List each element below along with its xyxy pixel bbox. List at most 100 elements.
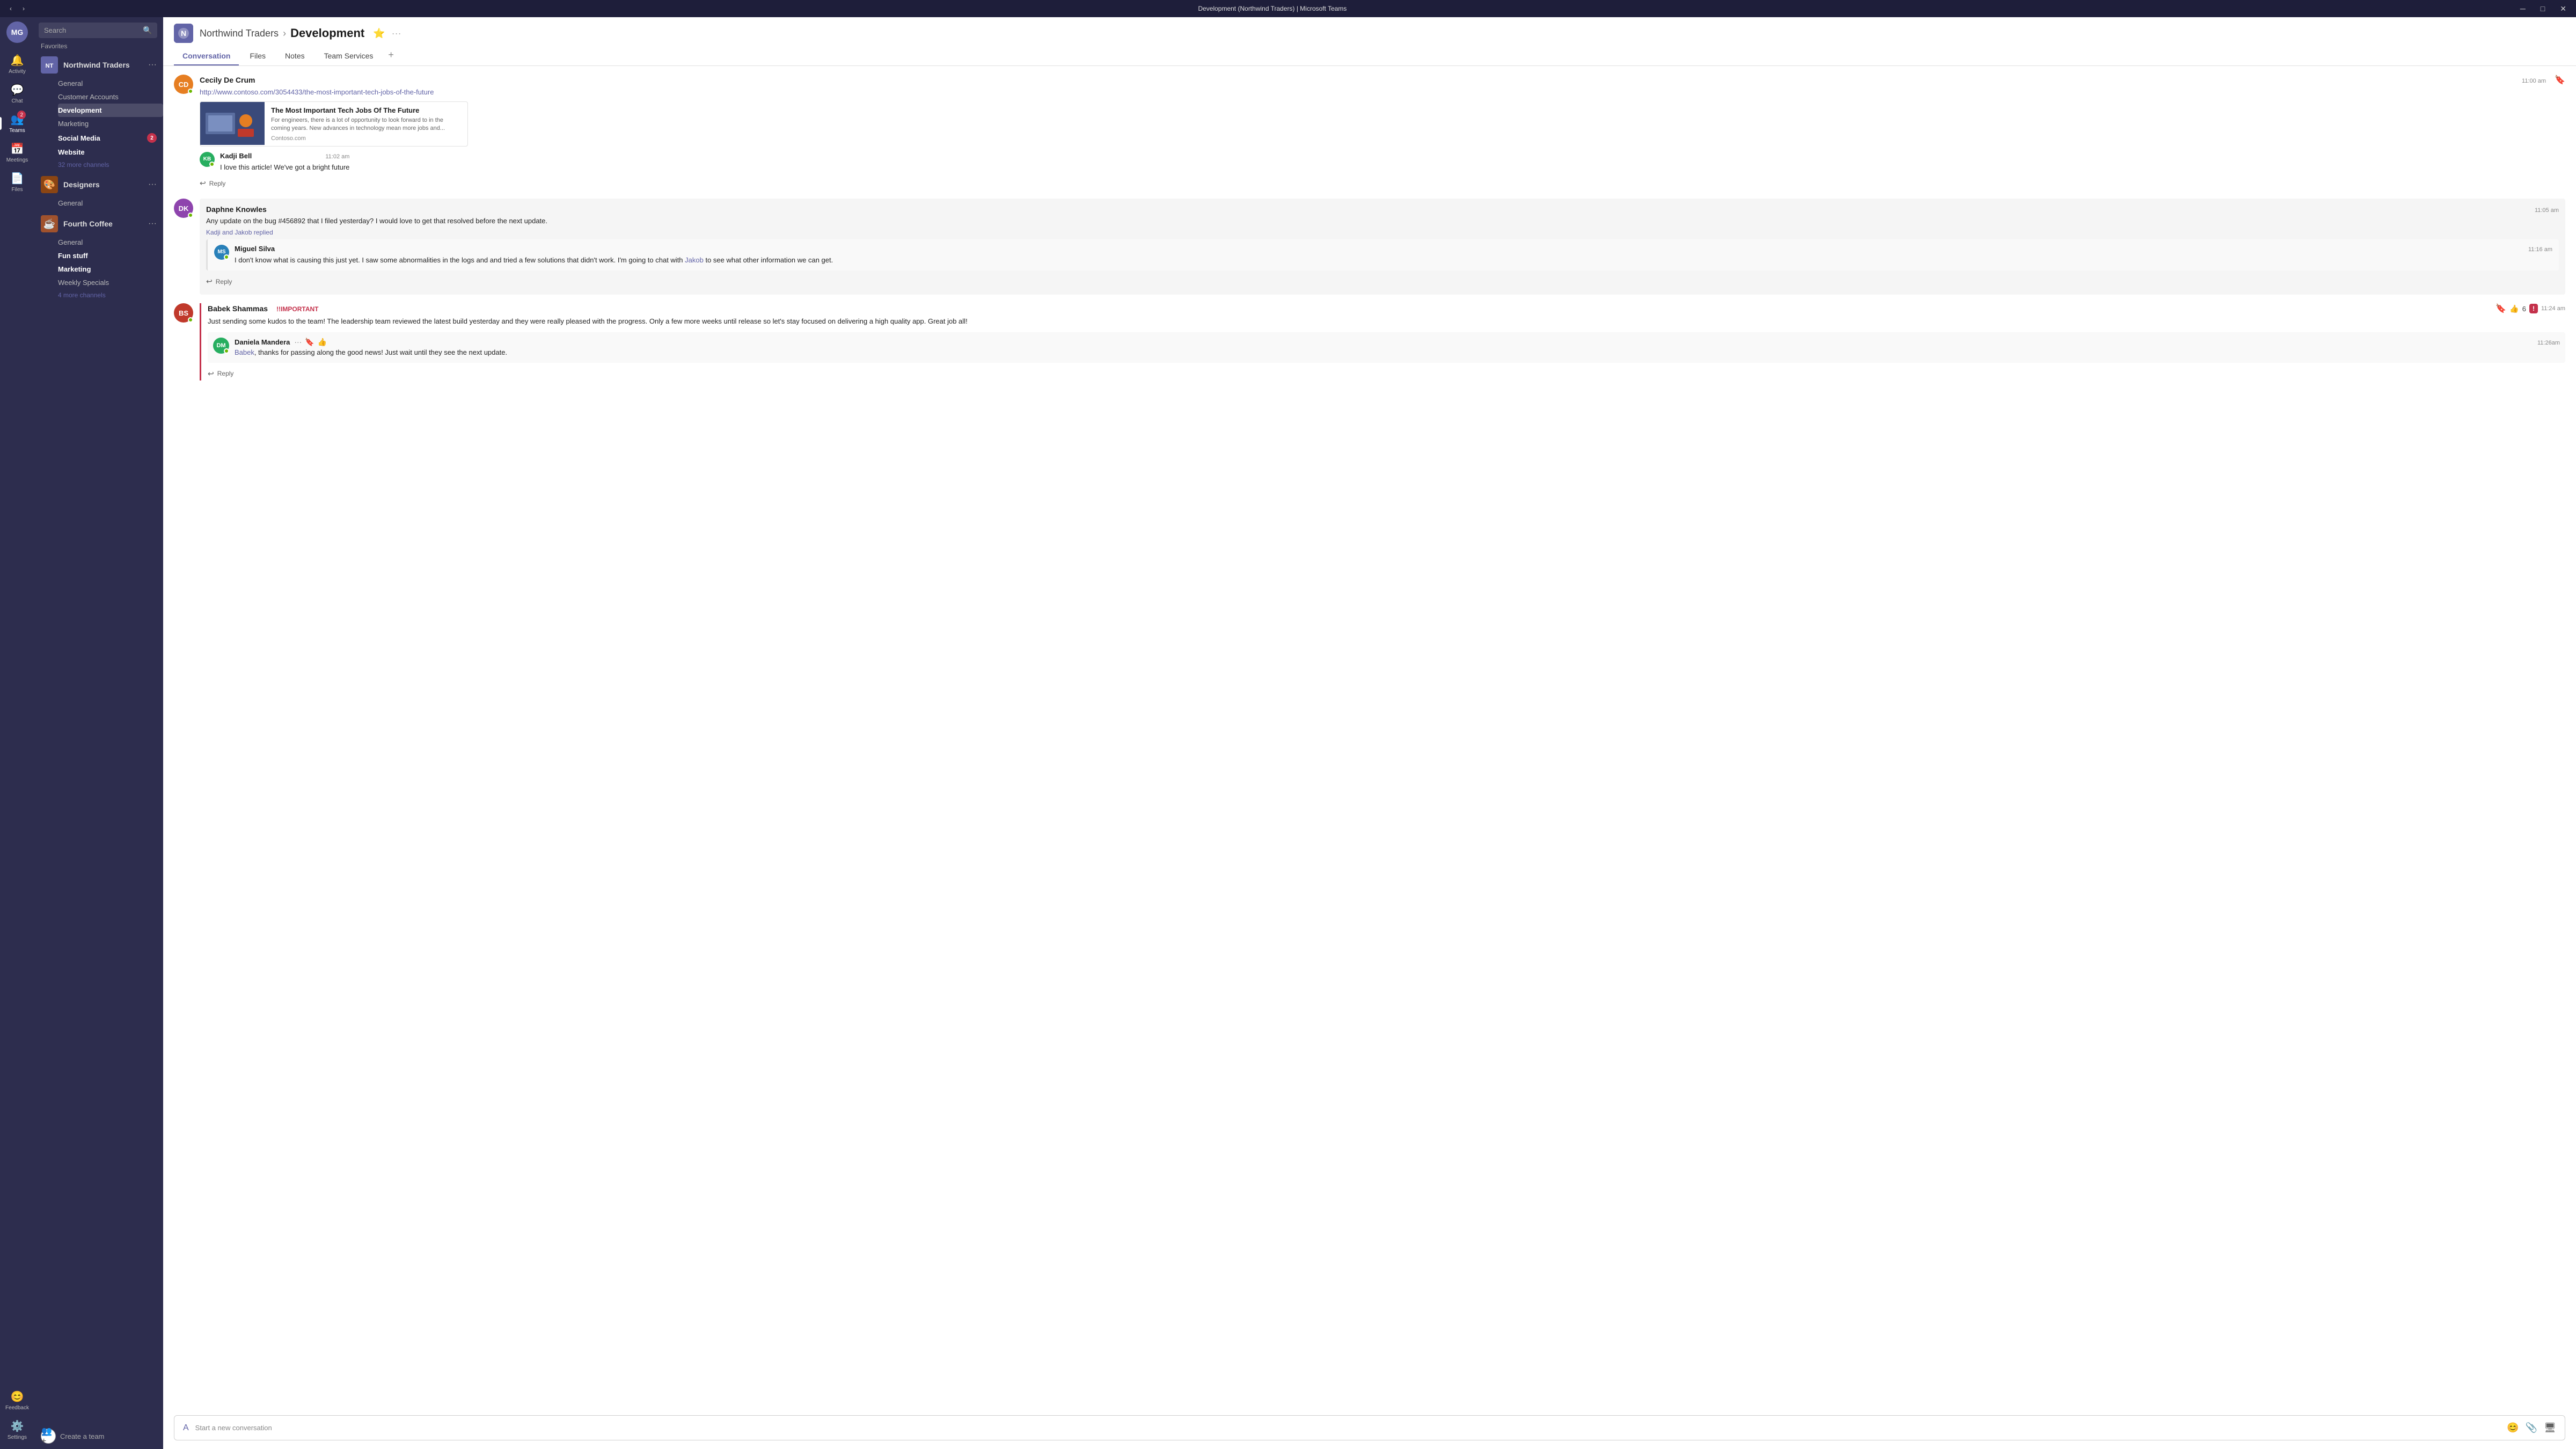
msg2-nested-reply: MS Miguel Silva 11:16 am I don't know wh… xyxy=(206,239,2559,271)
channel-fourth-general[interactable]: General xyxy=(58,236,163,249)
msg1-time: 11:00 am xyxy=(2522,78,2546,84)
msg3-inline-actions[interactable]: ··· 🔖 👍 xyxy=(294,338,327,347)
northwind-channels: General Customer Accounts Development Ma… xyxy=(34,77,163,171)
channel-general[interactable]: General xyxy=(58,77,163,90)
msg3-text: Just sending some kudos to the team! The… xyxy=(208,316,2565,327)
msg3-time: 11:24 am xyxy=(2541,305,2565,312)
video-icon[interactable]: 🖥 xyxy=(2544,1422,2556,1433)
msg2-reply-btn[interactable]: ↩ Reply xyxy=(206,275,2559,288)
channel-customer-accounts[interactable]: Customer Accounts xyxy=(58,90,163,104)
chat-label: Chat xyxy=(11,98,23,104)
msg3-like-icon[interactable]: 👍 xyxy=(2509,304,2519,313)
msg3-body: Babek Shammas !!IMPORTANT 🔖 👍 6 ! 11:24 … xyxy=(200,303,2565,380)
emoji-picker-icon[interactable]: 😊 xyxy=(2507,1422,2519,1433)
channel-development[interactable]: Development xyxy=(58,104,163,117)
channel-marketing[interactable]: Marketing xyxy=(58,117,163,130)
msg1-link[interactable]: http://www.contoso.com/3054433/the-most-… xyxy=(200,88,434,96)
team-header-designers[interactable]: 🎨 Designers ··· xyxy=(34,173,163,196)
rail-item-activity[interactable]: 🔔 Activity xyxy=(0,49,34,79)
team-header-fourth-coffee[interactable]: ☕ Fourth Coffee ··· xyxy=(34,212,163,236)
jakob-mention[interactable]: Jakob xyxy=(685,256,704,264)
window-title: Development (Northwind Traders) | Micros… xyxy=(1198,5,1346,12)
compose-placeholder[interactable]: Start a new conversation xyxy=(195,1424,2501,1432)
compose-bar[interactable]: A Start a new conversation 😊 📎 🖥 xyxy=(174,1415,2565,1440)
window-controls[interactable]: ─ □ ✕ xyxy=(2517,3,2570,14)
msg2-text: Any update on the bug #456892 that I fil… xyxy=(206,216,2559,226)
forward-button[interactable]: › xyxy=(19,4,28,13)
msg1-reply-icon: ↩ xyxy=(200,179,206,188)
activity-label: Activity xyxy=(9,69,26,75)
close-button[interactable]: ✕ xyxy=(2557,3,2570,14)
teams-label: Teams xyxy=(9,128,25,134)
northwind-more-channels[interactable]: 32 more channels xyxy=(58,159,163,171)
designers-channels: General xyxy=(34,196,163,210)
channel-fun-stuff[interactable]: Fun stuff xyxy=(58,249,163,262)
msg2-sender: Daphne Knowles xyxy=(206,205,267,214)
team-section-designers: 🎨 Designers ··· General xyxy=(34,172,163,211)
search-input[interactable] xyxy=(44,26,138,34)
settings-label: Settings xyxy=(8,1435,27,1440)
msg3-avatar: BS xyxy=(174,303,193,323)
msg3-inline-online xyxy=(224,348,229,354)
minimize-button[interactable]: ─ xyxy=(2517,3,2529,14)
tab-notes[interactable]: Notes xyxy=(276,47,313,65)
team-logo: N xyxy=(174,24,193,43)
maximize-button[interactable]: □ xyxy=(2537,3,2548,14)
team-header-northwind[interactable]: NT Northwind Traders ··· xyxy=(34,53,163,77)
feedback-label: Feedback xyxy=(5,1405,29,1411)
tab-conversation[interactable]: Conversation xyxy=(174,47,239,65)
rail-item-feedback[interactable]: 😊 Feedback xyxy=(5,1386,29,1415)
msg1-avatar: CD xyxy=(174,75,193,94)
breadcrumb-separator: › xyxy=(283,28,286,39)
msg2-thread-replied[interactable]: Kadji and Jakob replied xyxy=(206,229,2559,236)
msg2-nested-text: I don't know what is causing this just y… xyxy=(235,255,2552,266)
tab-team-services[interactable]: Team Services xyxy=(316,47,382,65)
rail-item-chat[interactable]: 💬 Chat xyxy=(0,79,34,108)
compose-format-icon[interactable]: A xyxy=(183,1423,189,1433)
msg1-preview-desc: For engineers, there is a lot of opportu… xyxy=(271,116,461,133)
msg3-inline-more-icon[interactable]: ··· xyxy=(294,338,302,346)
title-bar-nav[interactable]: ‹ › xyxy=(6,4,28,13)
msg1-reply-body: Kadji Bell 11:02 am I love this article!… xyxy=(220,152,349,173)
channel-social-media[interactable]: Social Media 2 xyxy=(58,130,163,145)
favorite-star-icon[interactable]: ⭐ xyxy=(373,28,385,39)
rail-item-teams[interactable]: 👥2 Teams xyxy=(0,108,34,138)
rail-item-meetings[interactable]: 📅 Meetings xyxy=(0,138,34,167)
fourth-coffee-channels: General Fun stuff Marketing Weekly Speci… xyxy=(34,236,163,301)
fourth-coffee-more-channels[interactable]: 4 more channels xyxy=(58,289,163,301)
settings-icon: ⚙️ xyxy=(11,1419,24,1433)
msg3-inline-like-icon[interactable]: 👍 xyxy=(318,338,327,347)
back-button[interactable]: ‹ xyxy=(6,4,15,13)
channel-website[interactable]: Website xyxy=(58,145,163,159)
tab-files[interactable]: Files xyxy=(241,47,274,65)
rail-item-settings[interactable]: ⚙️ Settings xyxy=(5,1415,29,1445)
create-team-button[interactable]: 👥+ Create a team xyxy=(34,1423,163,1449)
rail-item-files[interactable]: 📄 Files xyxy=(0,167,34,197)
msg3-bookmark-icon: 🔖 xyxy=(2496,303,2506,314)
channel-marketing2[interactable]: Marketing xyxy=(58,262,163,276)
teams-icon: 👥2 xyxy=(11,113,24,126)
user-avatar[interactable]: MG xyxy=(6,21,28,43)
designers-more-icon[interactable]: ··· xyxy=(148,180,157,189)
msg3-reply-label: Reply xyxy=(217,370,234,377)
fourth-coffee-more-icon[interactable]: ··· xyxy=(148,219,157,229)
msg3-inline-text: Babek, thanks for passing along the good… xyxy=(235,348,2560,357)
channel-weekly-specials[interactable]: Weekly Specials xyxy=(58,276,163,289)
msg1-reply-btn[interactable]: ↩ Reply xyxy=(200,177,2565,190)
files-label: Files xyxy=(11,187,23,193)
msg1-online xyxy=(188,89,193,94)
msg1-preview: The Most Important Tech Jobs Of The Futu… xyxy=(200,101,468,147)
msg3-inline-bookmark-icon[interactable]: 🔖 xyxy=(305,338,314,347)
add-tab-button[interactable]: + xyxy=(384,47,398,65)
northwind-more-icon[interactable]: ··· xyxy=(148,60,157,70)
header-more-button[interactable]: ··· xyxy=(392,28,401,39)
channel-designers-general[interactable]: General xyxy=(58,196,163,210)
search-bar[interactable]: 🔍 xyxy=(39,23,157,38)
breadcrumb-team[interactable]: Northwind Traders xyxy=(200,28,279,39)
msg1-header: Cecily De Crum 11:00 am 🔖 xyxy=(200,75,2565,85)
msg3-inline-body: Daniela Mandera ··· 🔖 👍 11:26am Babek, t… xyxy=(235,338,2560,357)
attachment-icon[interactable]: 📎 xyxy=(2526,1422,2537,1433)
msg2-nested-body: Miguel Silva 11:16 am I don't know what … xyxy=(235,245,2552,266)
babek-mention[interactable]: Babek xyxy=(235,348,254,356)
msg3-reply-btn[interactable]: ↩ Reply xyxy=(208,367,2565,380)
